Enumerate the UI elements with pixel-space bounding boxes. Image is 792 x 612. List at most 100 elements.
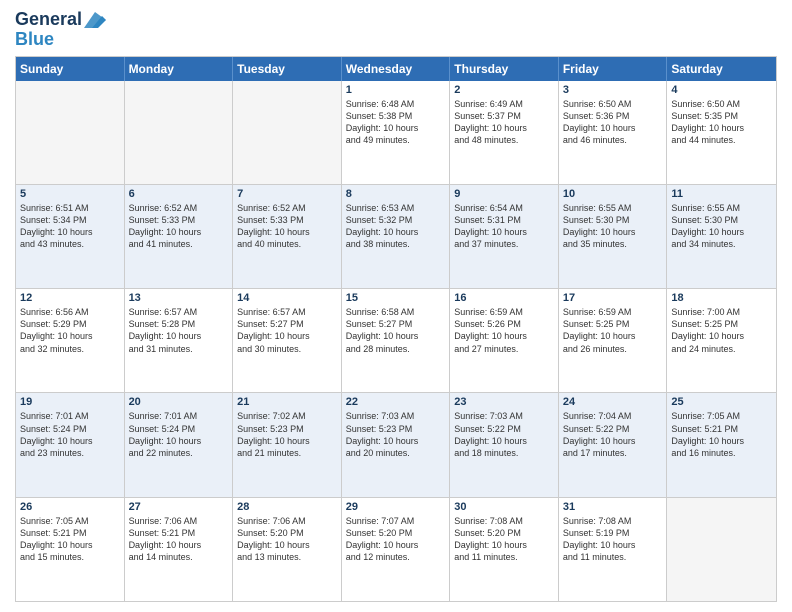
day-info: Sunrise: 6:50 AM Sunset: 5:36 PM Dayligh… xyxy=(563,98,663,147)
day-cell: 20Sunrise: 7:01 AM Sunset: 5:24 PM Dayli… xyxy=(125,393,234,496)
day-number: 6 xyxy=(129,188,229,200)
day-info: Sunrise: 6:57 AM Sunset: 5:28 PM Dayligh… xyxy=(129,306,229,355)
logo: General Blue xyxy=(15,10,106,50)
day-number: 1 xyxy=(346,84,446,96)
day-info: Sunrise: 6:59 AM Sunset: 5:26 PM Dayligh… xyxy=(454,306,554,355)
week-row: 19Sunrise: 7:01 AM Sunset: 5:24 PM Dayli… xyxy=(16,392,776,496)
day-header-wednesday: Wednesday xyxy=(342,57,451,81)
day-header-thursday: Thursday xyxy=(450,57,559,81)
day-cell: 5 Sunrise: 6:51 AM Sunset: 5:34 PM Daylig… xyxy=(16,185,125,288)
day-headers: SundayMondayTuesdayWednesdayThursdayFrid… xyxy=(16,57,776,81)
day-number: 13 xyxy=(129,292,229,304)
day-info: Sunrise: 6:52 AM Sunset: 5:33 PM Dayligh… xyxy=(129,202,229,251)
day-header-saturday: Saturday xyxy=(667,57,776,81)
day-info: Sunrise: 7:02 AM Sunset: 5:23 PM Dayligh… xyxy=(237,410,337,459)
day-info: Sunrise: 6:57 AM Sunset: 5:27 PM Dayligh… xyxy=(237,306,337,355)
day-info: Sunrise: 7:06 AM Sunset: 5:20 PM Dayligh… xyxy=(237,515,337,564)
day-cell: 3 Sunrise: 6:50 AM Sunset: 5:36 PM Daylig… xyxy=(559,81,668,184)
day-info: Sunrise: 7:06 AM Sunset: 5:21 PM Dayligh… xyxy=(129,515,229,564)
day-number: 4 xyxy=(671,84,772,96)
day-number: 5 xyxy=(20,188,120,200)
day-number: 14 xyxy=(237,292,337,304)
day-cell: 17 Sunrise: 6:59 AM Sunset: 5:25 PM Dayli… xyxy=(559,289,668,392)
day-info: Sunrise: 6:55 AM Sunset: 5:30 PM Dayligh… xyxy=(671,202,772,251)
day-cell: 6 Sunrise: 6:52 AM Sunset: 5:33 PM Daylig… xyxy=(125,185,234,288)
day-number: 17 xyxy=(563,292,663,304)
day-number: 25 xyxy=(671,396,772,408)
day-info: Sunrise: 7:08 AM Sunset: 5:19 PM Dayligh… xyxy=(563,515,663,564)
week-row: 26Sunrise: 7:05 AM Sunset: 5:21 PM Dayli… xyxy=(16,497,776,601)
calendar: SundayMondayTuesdayWednesdayThursdayFrid… xyxy=(15,56,777,602)
day-cell: 11Sunrise: 6:55 AM Sunset: 5:30 PM Dayli… xyxy=(667,185,776,288)
day-cell: 23 Sunrise: 7:03 AM Sunset: 5:22 PM Dayli… xyxy=(450,393,559,496)
day-cell: 27 Sunrise: 7:06 AM Sunset: 5:21 PM Dayli… xyxy=(125,498,234,601)
day-info: Sunrise: 7:05 AM Sunset: 5:21 PM Dayligh… xyxy=(20,515,120,564)
day-header-tuesday: Tuesday xyxy=(233,57,342,81)
day-number: 30 xyxy=(454,501,554,513)
day-cell xyxy=(125,81,234,184)
day-info: Sunrise: 6:56 AM Sunset: 5:29 PM Dayligh… xyxy=(20,306,120,355)
day-cell xyxy=(667,498,776,601)
logo-general: General xyxy=(15,10,82,30)
day-number: 24 xyxy=(563,396,663,408)
day-header-monday: Monday xyxy=(125,57,234,81)
day-info: Sunrise: 6:55 AM Sunset: 5:30 PM Dayligh… xyxy=(563,202,663,251)
day-number: 31 xyxy=(563,501,663,513)
day-cell: 25Sunrise: 7:05 AM Sunset: 5:21 PM Dayli… xyxy=(667,393,776,496)
day-cell: 22 Sunrise: 7:03 AM Sunset: 5:23 PM Dayli… xyxy=(342,393,451,496)
day-info: Sunrise: 7:07 AM Sunset: 5:20 PM Dayligh… xyxy=(346,515,446,564)
day-number: 7 xyxy=(237,188,337,200)
day-info: Sunrise: 7:08 AM Sunset: 5:20 PM Dayligh… xyxy=(454,515,554,564)
day-cell: 4 Sunrise: 6:50 AM Sunset: 5:35 PM Daylig… xyxy=(667,81,776,184)
day-cell xyxy=(233,81,342,184)
day-number: 12 xyxy=(20,292,120,304)
day-number: 29 xyxy=(346,501,446,513)
day-info: Sunrise: 6:54 AM Sunset: 5:31 PM Dayligh… xyxy=(454,202,554,251)
day-cell: 12 Sunrise: 6:56 AM Sunset: 5:29 PM Dayli… xyxy=(16,289,125,392)
day-cell: 9 Sunrise: 6:54 AM Sunset: 5:31 PM Daylig… xyxy=(450,185,559,288)
day-info: Sunrise: 6:59 AM Sunset: 5:25 PM Dayligh… xyxy=(563,306,663,355)
day-number: 8 xyxy=(346,188,446,200)
logo-icon xyxy=(84,12,106,28)
day-cell: 10 Sunrise: 6:55 AM Sunset: 5:30 PM Dayli… xyxy=(559,185,668,288)
day-number: 9 xyxy=(454,188,554,200)
day-number: 18 xyxy=(671,292,772,304)
day-header-sunday: Sunday xyxy=(16,57,125,81)
day-number: 3 xyxy=(563,84,663,96)
day-number: 28 xyxy=(237,501,337,513)
day-cell: 29 Sunrise: 7:07 AM Sunset: 5:20 PM Dayli… xyxy=(342,498,451,601)
day-info: Sunrise: 7:00 AM Sunset: 5:25 PM Dayligh… xyxy=(671,306,772,355)
day-cell: 24 Sunrise: 7:04 AM Sunset: 5:22 PM Dayli… xyxy=(559,393,668,496)
day-number: 21 xyxy=(237,396,337,408)
day-cell: 18 Sunrise: 7:00 AM Sunset: 5:25 PM Dayli… xyxy=(667,289,776,392)
week-row: 1Sunrise: 6:48 AM Sunset: 5:38 PM Daylig… xyxy=(16,81,776,184)
day-cell: 31 Sunrise: 7:08 AM Sunset: 5:19 PM Dayli… xyxy=(559,498,668,601)
day-cell: 8 Sunrise: 6:53 AM Sunset: 5:32 PM Daylig… xyxy=(342,185,451,288)
day-info: Sunrise: 6:49 AM Sunset: 5:37 PM Dayligh… xyxy=(454,98,554,147)
day-cell: 15Sunrise: 6:58 AM Sunset: 5:27 PM Dayli… xyxy=(342,289,451,392)
day-info: Sunrise: 6:53 AM Sunset: 5:32 PM Dayligh… xyxy=(346,202,446,251)
day-cell: 30 Sunrise: 7:08 AM Sunset: 5:20 PM Dayli… xyxy=(450,498,559,601)
day-cell: 19Sunrise: 7:01 AM Sunset: 5:24 PM Dayli… xyxy=(16,393,125,496)
day-info: Sunrise: 7:03 AM Sunset: 5:22 PM Dayligh… xyxy=(454,410,554,459)
day-cell: 28 Sunrise: 7:06 AM Sunset: 5:20 PM Dayli… xyxy=(233,498,342,601)
day-info: Sunrise: 6:51 AM Sunset: 5:34 PM Dayligh… xyxy=(20,202,120,251)
day-number: 10 xyxy=(563,188,663,200)
day-cell: 14 Sunrise: 6:57 AM Sunset: 5:27 PM Dayli… xyxy=(233,289,342,392)
logo-blue: Blue xyxy=(15,30,54,50)
day-info: Sunrise: 6:50 AM Sunset: 5:35 PM Dayligh… xyxy=(671,98,772,147)
day-info: Sunrise: 7:04 AM Sunset: 5:22 PM Dayligh… xyxy=(563,410,663,459)
day-cell xyxy=(16,81,125,184)
day-number: 27 xyxy=(129,501,229,513)
day-number: 22 xyxy=(346,396,446,408)
day-number: 16 xyxy=(454,292,554,304)
day-info: Sunrise: 7:01 AM Sunset: 5:24 PM Dayligh… xyxy=(20,410,120,459)
day-cell: 2 Sunrise: 6:49 AM Sunset: 5:37 PM Daylig… xyxy=(450,81,559,184)
day-cell: 7 Sunrise: 6:52 AM Sunset: 5:33 PM Daylig… xyxy=(233,185,342,288)
day-header-friday: Friday xyxy=(559,57,668,81)
day-number: 23 xyxy=(454,396,554,408)
calendar-body: 1Sunrise: 6:48 AM Sunset: 5:38 PM Daylig… xyxy=(16,81,776,601)
day-info: Sunrise: 6:52 AM Sunset: 5:33 PM Dayligh… xyxy=(237,202,337,251)
day-info: Sunrise: 7:03 AM Sunset: 5:23 PM Dayligh… xyxy=(346,410,446,459)
day-number: 2 xyxy=(454,84,554,96)
